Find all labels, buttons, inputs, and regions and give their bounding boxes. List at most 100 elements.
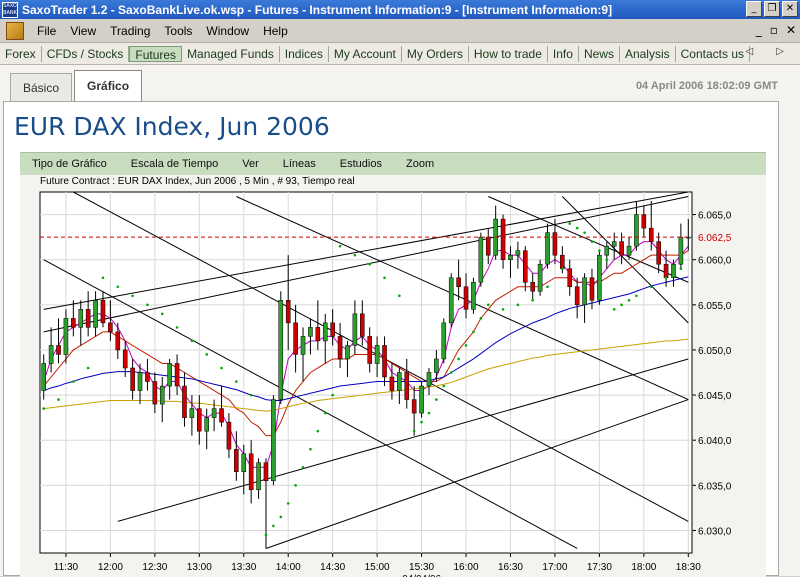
sar-dot [464,344,468,347]
candle-body [78,309,84,328]
candle-body [523,250,528,283]
mdi-close-button[interactable]: ✕ [786,23,796,37]
nav-forex[interactable]: Forex [0,45,42,62]
nav-indices[interactable]: Indices [280,45,329,62]
x-tick-label: 13:30 [231,562,256,573]
candle-body [285,300,291,324]
mdi-minimize-button[interactable]: _ [756,23,762,37]
y-tick-label: 6.030,0 [698,526,732,537]
menu-bar: File View Trading Tools Window Help _ ▫ … [0,19,800,43]
tab-grafico[interactable]: Gráfico [74,70,143,101]
menu-tools[interactable]: Tools [157,24,199,38]
content-area: Básico Gráfico 04 April 2006 18:02:09 GM… [0,65,800,577]
candle-body [256,462,261,491]
candle-body [226,421,232,450]
candle-body [315,327,321,342]
nav-how-to-trade[interactable]: How to trade [469,45,548,62]
candle-body [604,245,610,256]
sar-dot [435,398,438,401]
zoom-menu[interactable]: Zoom [394,158,446,170]
candle-body [560,254,565,269]
chart-area[interactable]: Future Contract : EUR DAX Index, Jun 200… [20,175,766,577]
x-tick-label: 15:30 [409,562,434,573]
document-icon[interactable] [6,21,24,40]
candle-body [582,277,587,306]
x-tick-label: 16:00 [454,562,479,573]
sar-dot [561,267,564,271]
menu-window[interactable]: Window [199,24,256,38]
candle-body [456,277,461,288]
sar-dot [42,407,46,410]
sar-dot [383,276,386,280]
candlestick-chart[interactable]: 6.065,0 6.060,0 6.055,0 6.050,0 6.045,0 6.040… [20,175,766,577]
candle-body [330,322,335,337]
sar-dot [620,303,623,307]
candle-body [41,363,46,391]
close-button[interactable]: ✕ [782,1,798,17]
candle-body [471,282,476,310]
sar-dot [442,384,446,388]
candle-body [152,381,158,405]
nav-scroll-arrows[interactable]: ◁ ▷ [745,46,794,57]
y-tick-label: 6.035,0 [698,481,732,492]
candle-body [463,286,469,310]
candle-body [500,218,506,260]
mdi-restore-button[interactable]: ▫ [770,23,778,37]
candle-body [337,336,343,360]
candle-body [678,236,684,265]
time-scale-menu[interactable]: Escala de Tiempo [119,158,230,170]
candle-body [663,263,669,278]
tab-basico[interactable]: Básico [10,73,73,101]
candle-body [419,385,424,414]
nav-my-account[interactable]: My Account [329,45,402,62]
candle-body [248,453,254,491]
nav-my-orders[interactable]: My Orders [402,45,469,62]
sar-dot [331,393,334,397]
minimize-button[interactable]: _ [746,1,762,17]
candle-body [641,214,647,229]
nav-managed-funds[interactable]: Managed Funds [182,45,280,62]
sar-dot [398,294,401,298]
studies-menu[interactable]: Estudios [328,158,394,170]
nav-contacts-us[interactable]: Contacts us [676,45,751,62]
nav-analysis[interactable]: Analysis [620,45,676,62]
product-nav: Forex CFDs / Stocks Futures Managed Fund… [0,43,800,65]
menu-help[interactable]: Help [256,24,295,38]
candle-body [182,385,187,418]
x-tick-label: 13:00 [187,562,212,573]
sar-dot [272,524,275,528]
candle-body [360,313,365,337]
sar-dot [160,312,164,316]
chart-type-menu[interactable]: Tipo de Gráfico [20,158,119,170]
y-tick-label: 6.045,0 [698,391,732,402]
candle-body [278,300,284,400]
lines-menu[interactable]: Líneas [271,158,328,170]
x-tick-label: 14:30 [320,562,345,573]
x-tick-label: 17:30 [587,562,612,573]
candle-body [122,349,128,369]
candle-body [159,385,165,405]
menu-view[interactable]: View [63,24,103,38]
candle-body [434,358,439,373]
candle-body [115,331,121,351]
sar-dot [420,420,423,424]
view-menu[interactable]: Ver [230,158,271,170]
menu-trading[interactable]: Trading [103,24,157,38]
candle-body [241,453,247,473]
candle-body [656,241,661,265]
sar-dot [72,380,75,383]
candle-body [352,313,358,346]
nav-info[interactable]: Info [548,45,579,62]
sar-dot [131,294,134,298]
restore-button[interactable]: ❐ [764,1,780,17]
nav-futures[interactable]: Futures [129,45,183,62]
candle-body [508,254,513,260]
sar-dot [146,303,149,307]
sar-dot [516,303,520,307]
candle-body [671,263,676,278]
menu-file[interactable]: File [30,24,63,38]
candle-body [367,336,372,364]
nav-news[interactable]: News [579,45,620,62]
window-title: SaxoTrader 1.2 - SaxoBankLive.ok.wsp - F… [22,2,613,17]
nav-cfds-stocks[interactable]: CFDs / Stocks [42,45,130,62]
